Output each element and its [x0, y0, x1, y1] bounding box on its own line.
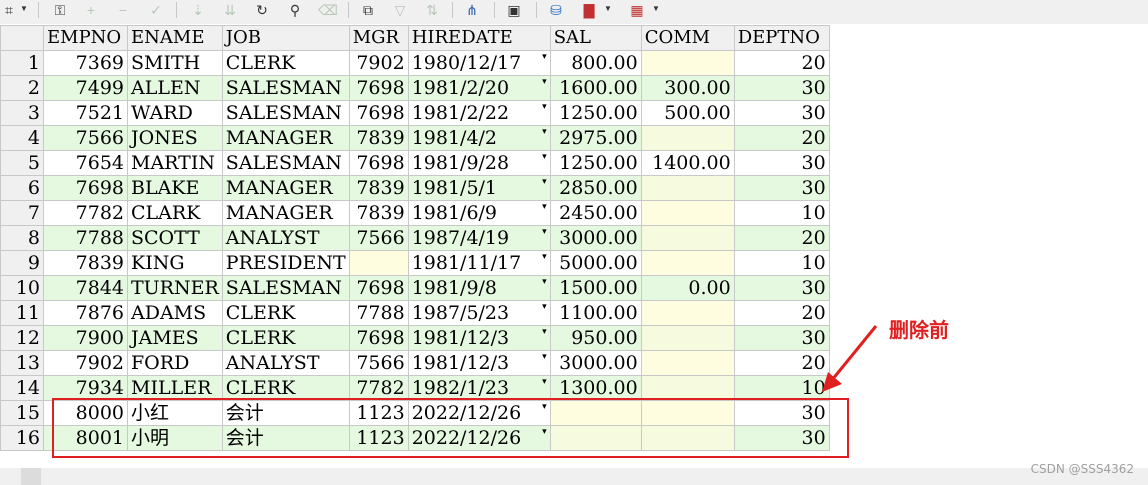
- annotation-label: 删除前: [889, 318, 949, 342]
- scrollbar-thumb[interactable]: [21, 468, 41, 485]
- arrow-icon: [822, 325, 878, 392]
- watermark: CSDN @SSS4362: [1030, 462, 1134, 476]
- horizontal-scrollbar[interactable]: [0, 468, 1148, 485]
